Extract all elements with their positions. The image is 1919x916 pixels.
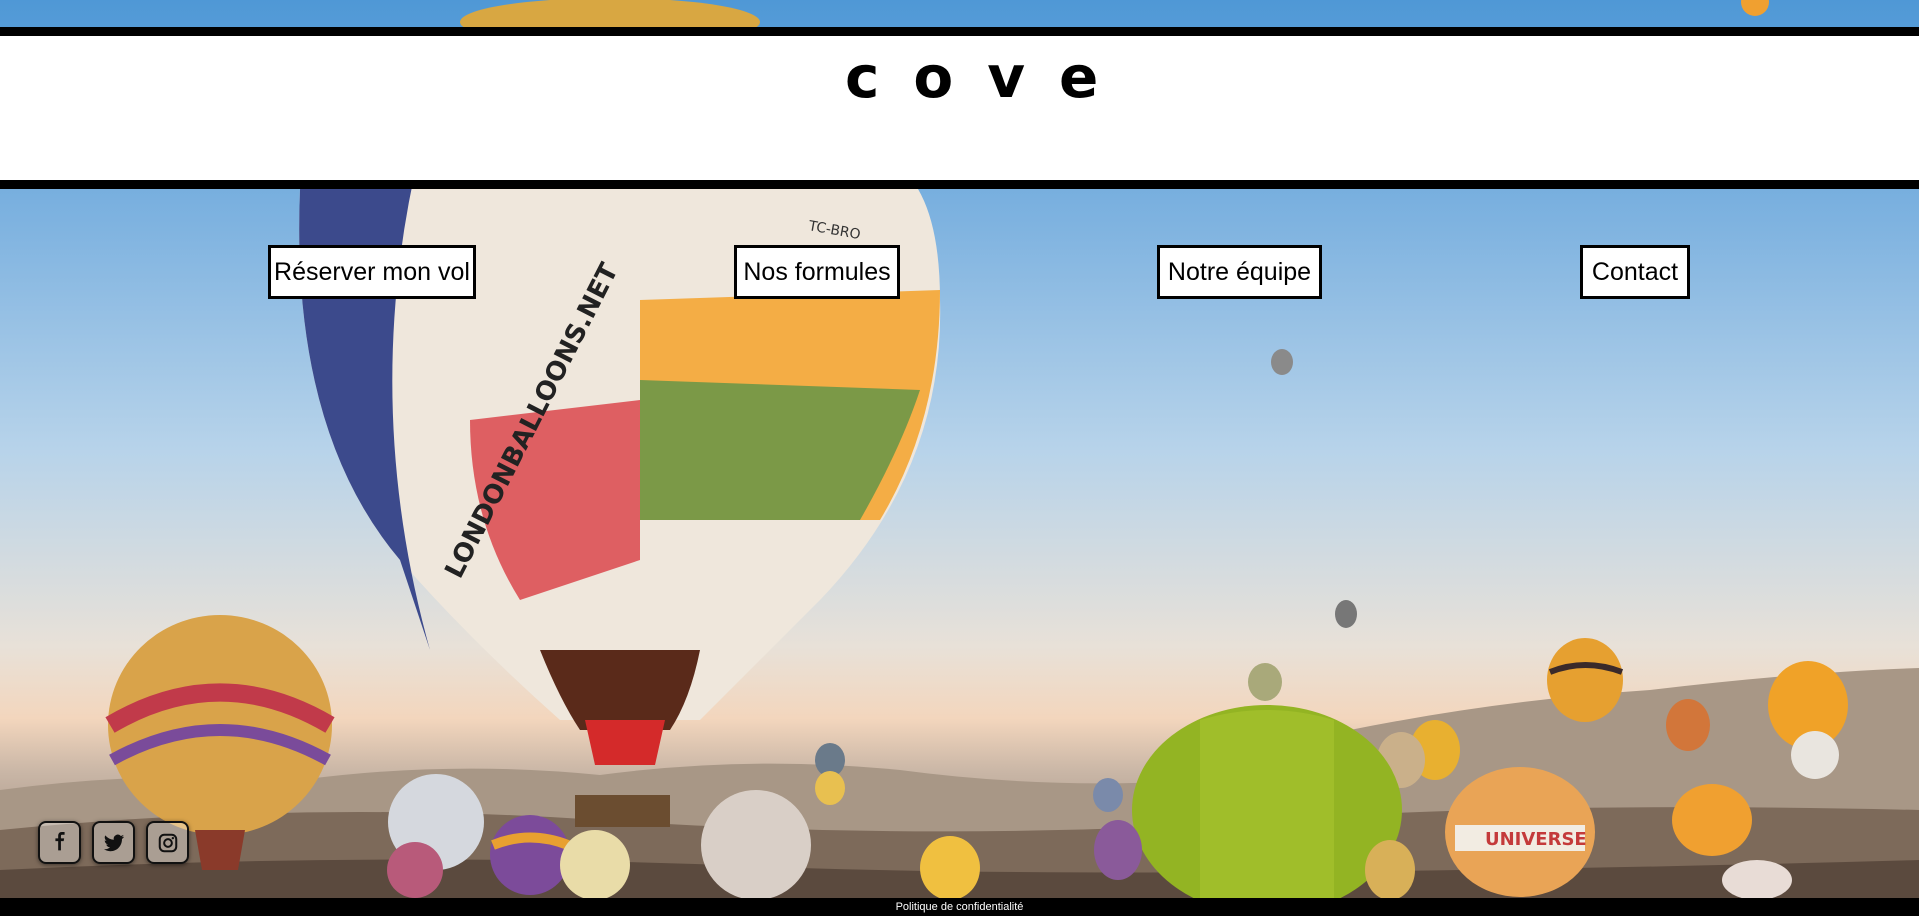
site-logo[interactable]: cove xyxy=(845,48,1132,106)
instagram-icon[interactable] xyxy=(146,821,189,864)
nav-contact[interactable]: Contact xyxy=(1580,245,1690,299)
svg-text:UNIVERSE: UNIVERSE xyxy=(1485,829,1587,850)
twitter-icon[interactable] xyxy=(92,821,135,864)
site-footer: Politique de confidentialité xyxy=(0,898,1919,916)
nav-packages[interactable]: Nos formules xyxy=(734,245,900,299)
nav-team[interactable]: Notre équipe xyxy=(1157,245,1322,299)
privacy-policy-link[interactable]: Politique de confidentialité xyxy=(896,901,1024,913)
nav-reserve-flight[interactable]: Réserver mon vol xyxy=(268,245,476,299)
facebook-icon[interactable] xyxy=(38,821,81,864)
